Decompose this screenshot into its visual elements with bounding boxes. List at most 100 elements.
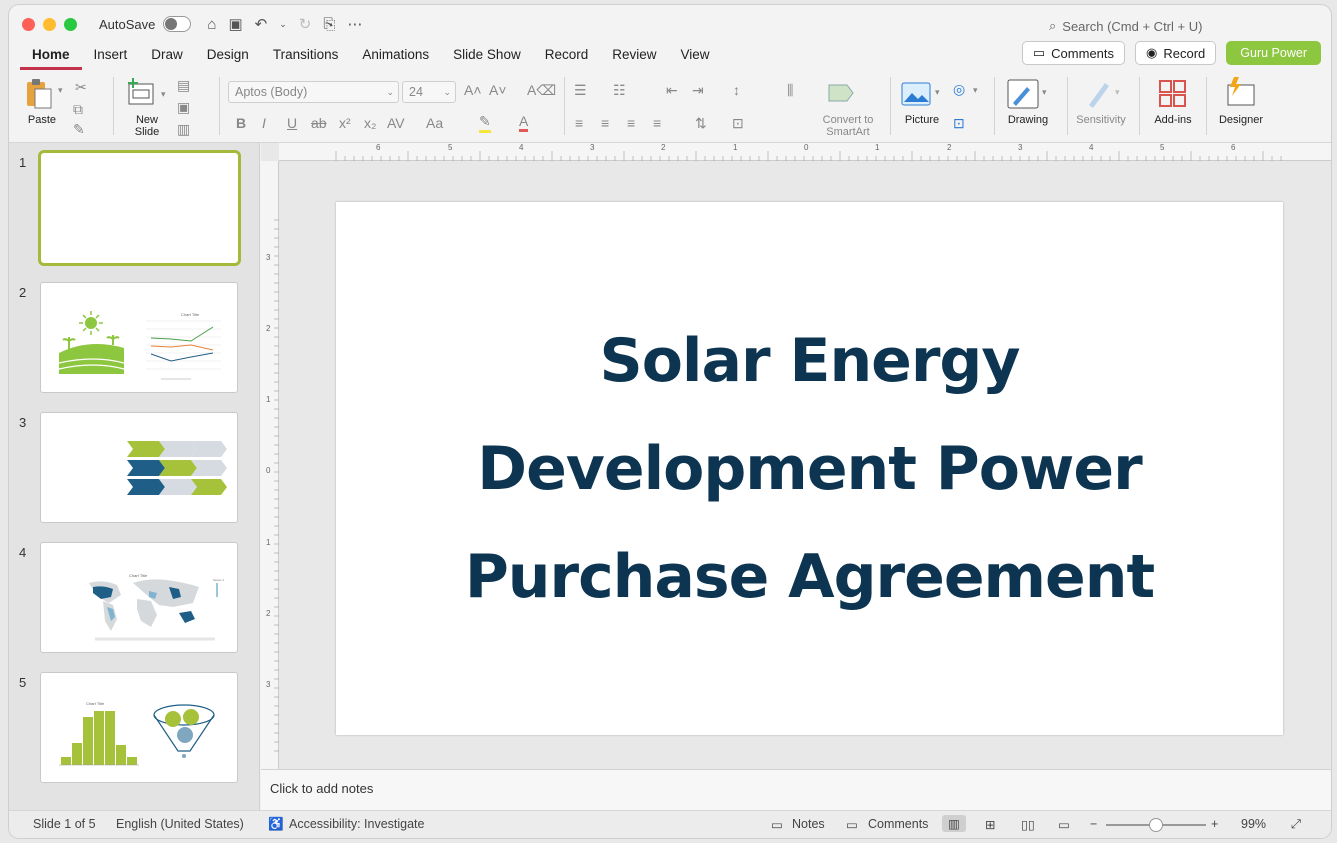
line-spacing-icon[interactable]: ↕ xyxy=(733,82,740,98)
redo-icon[interactable]: ↻ xyxy=(299,15,312,33)
new-slide-dropdown-icon[interactable]: ▾ xyxy=(161,89,166,100)
slide-thumbnail-2[interactable]: Chart Title xyxy=(40,282,238,393)
align-center-icon[interactable]: ≡ xyxy=(601,115,609,131)
fit-to-window-icon[interactable]: ⤢ xyxy=(1291,817,1301,832)
notes-pane[interactable]: Click to add notes xyxy=(261,769,1331,810)
tab-design[interactable]: Design xyxy=(195,42,261,68)
align-text-icon[interactable]: ⊡ xyxy=(732,115,744,132)
italic-icon[interactable]: I xyxy=(262,115,266,131)
subscript-icon[interactable]: x₂ xyxy=(364,115,376,131)
columns-icon[interactable]: ⫼ xyxy=(787,82,793,99)
numbering-icon[interactable]: ☷ xyxy=(613,82,626,99)
ruler-label: 4 xyxy=(1089,143,1094,152)
textbox-icon[interactable]: ⊡ xyxy=(953,115,965,132)
slide-thumbnail-1[interactable] xyxy=(38,150,241,266)
language-indicator[interactable]: English (United States) xyxy=(116,817,244,831)
drawing-dropdown-icon[interactable]: ▾ xyxy=(1042,87,1047,98)
layout-icon[interactable]: ▤ xyxy=(177,77,190,94)
shapes-icon[interactable]: ◎ xyxy=(953,81,965,98)
undo-dropdown-icon[interactable]: ⌄ xyxy=(279,19,287,30)
bold-icon[interactable]: B xyxy=(236,115,246,131)
close-window-button[interactable] xyxy=(22,17,35,31)
clear-format-icon[interactable]: A⌫ xyxy=(527,82,556,99)
tab-home[interactable]: Home xyxy=(20,42,82,70)
tab-draw[interactable]: Draw xyxy=(139,42,195,68)
autosave-toggle[interactable] xyxy=(163,16,192,32)
font-name-select[interactable]: Aptos (Body) ⌄ xyxy=(228,81,399,103)
tab-transitions[interactable]: Transitions xyxy=(261,42,351,68)
format-painter-icon[interactable]: ✎ xyxy=(73,121,85,138)
slide-thumbnail-3[interactable] xyxy=(40,412,238,523)
copy-icon[interactable]: ⧉ xyxy=(73,101,83,118)
more-icon[interactable]: ⋯ xyxy=(347,15,362,33)
cut-icon[interactable]: ✂ xyxy=(75,79,87,96)
undo-icon[interactable]: ↶ xyxy=(255,15,268,33)
accessibility-status[interactable]: Accessibility: Investigate xyxy=(289,817,424,831)
paste-icon[interactable] xyxy=(24,78,54,110)
normal-view-icon[interactable]: ▥ xyxy=(942,815,966,832)
slide-thumbnail-5[interactable]: Chart Title xyxy=(40,672,238,783)
highlight-icon[interactable]: ✎ xyxy=(479,113,491,133)
tab-record[interactable]: Record xyxy=(533,42,601,68)
character-spacing-icon[interactable]: AV xyxy=(387,115,405,131)
save-icon[interactable]: ▣ xyxy=(228,15,242,33)
reading-view-icon[interactable]: ▯▯ xyxy=(1021,817,1035,832)
vertical-ruler[interactable]: 3 2 1 0 1 2 3 xyxy=(261,161,279,769)
increase-font-icon[interactable]: A˄ xyxy=(464,82,482,98)
designer-icon[interactable] xyxy=(1224,77,1258,109)
home-icon[interactable]: ⌂ xyxy=(207,16,216,33)
zoom-slider-handle[interactable] xyxy=(1149,818,1163,832)
slide-title[interactable]: Solar Energy Development Power Purchase … xyxy=(400,307,1220,631)
align-left-icon[interactable]: ≡ xyxy=(575,115,583,131)
picture-icon[interactable] xyxy=(901,82,931,106)
tab-view[interactable]: View xyxy=(669,42,722,68)
tab-animations[interactable]: Animations xyxy=(350,42,441,68)
smartart-icon[interactable] xyxy=(827,81,857,105)
maximize-window-button[interactable] xyxy=(64,17,77,31)
drawing-icon[interactable] xyxy=(1007,79,1039,109)
record-button[interactable]: ◉ Record xyxy=(1135,41,1217,65)
tab-review[interactable]: Review xyxy=(600,42,668,68)
change-case-icon[interactable]: Aa xyxy=(426,115,443,131)
paste-dropdown-icon[interactable]: ▾ xyxy=(58,85,63,96)
increase-indent-icon[interactable]: ⇥ xyxy=(692,82,704,99)
tab-slide-show[interactable]: Slide Show xyxy=(441,42,533,68)
align-right-icon[interactable]: ≡ xyxy=(627,115,635,131)
superscript-icon[interactable]: x² xyxy=(339,115,351,131)
font-size-select[interactable]: 24 ⌄ xyxy=(402,81,456,103)
shapes-dropdown-icon[interactable]: ▾ xyxy=(973,85,978,96)
slideshow-icon[interactable]: ▭ xyxy=(1058,817,1070,832)
current-slide[interactable]: Solar Energy Development Power Purchase … xyxy=(336,202,1283,735)
slide-sorter-icon[interactable]: ⊞ xyxy=(985,817,995,832)
picture-label: Picture xyxy=(904,114,940,126)
guru-power-button[interactable]: Guru Power xyxy=(1226,41,1321,65)
slide-thumbnail-4[interactable]: Chart Title Series 1 xyxy=(40,542,238,653)
bullets-icon[interactable]: ☰ xyxy=(574,82,587,99)
tab-insert[interactable]: Insert xyxy=(82,42,140,68)
decrease-font-icon[interactable]: A˅ xyxy=(489,82,507,98)
font-color-icon[interactable]: A xyxy=(519,113,529,132)
picture-dropdown-icon[interactable]: ▾ xyxy=(935,87,940,98)
search-box[interactable]: ⌕ Search (Cmd + Ctrl + U) xyxy=(1049,18,1202,34)
section-icon[interactable]: ▥ xyxy=(177,121,190,138)
underline-icon[interactable]: U xyxy=(287,115,297,131)
sensitivity-icon[interactable] xyxy=(1085,79,1113,109)
customize-icon[interactable]: ⎘ xyxy=(323,16,335,33)
addins-icon[interactable] xyxy=(1158,79,1188,109)
new-slide-icon[interactable] xyxy=(127,78,157,108)
decrease-indent-icon[interactable]: ⇤ xyxy=(666,82,678,99)
sensitivity-dropdown-icon[interactable]: ▾ xyxy=(1115,87,1120,98)
comments-button[interactable]: ▭ Comments xyxy=(1021,41,1126,65)
horizontal-ruler[interactable]: 6 5 4 3 2 1 0 1 2 3 4 5 6 xyxy=(279,143,1331,161)
strikethrough-icon[interactable]: ab xyxy=(311,115,327,131)
notes-toggle[interactable]: Notes xyxy=(792,817,825,831)
zoom-level[interactable]: 99% xyxy=(1241,817,1266,831)
reset-icon[interactable]: ▣ xyxy=(177,99,190,116)
zoom-out-icon[interactable]: − xyxy=(1090,817,1097,831)
comments-toggle[interactable]: Comments xyxy=(868,817,928,831)
slide-number: 2 xyxy=(19,285,27,300)
justify-icon[interactable]: ≡ xyxy=(653,115,661,131)
zoom-in-icon[interactable]: + xyxy=(1211,817,1218,831)
text-direction-icon[interactable]: ⇅ xyxy=(695,115,707,132)
minimize-window-button[interactable] xyxy=(43,17,56,31)
